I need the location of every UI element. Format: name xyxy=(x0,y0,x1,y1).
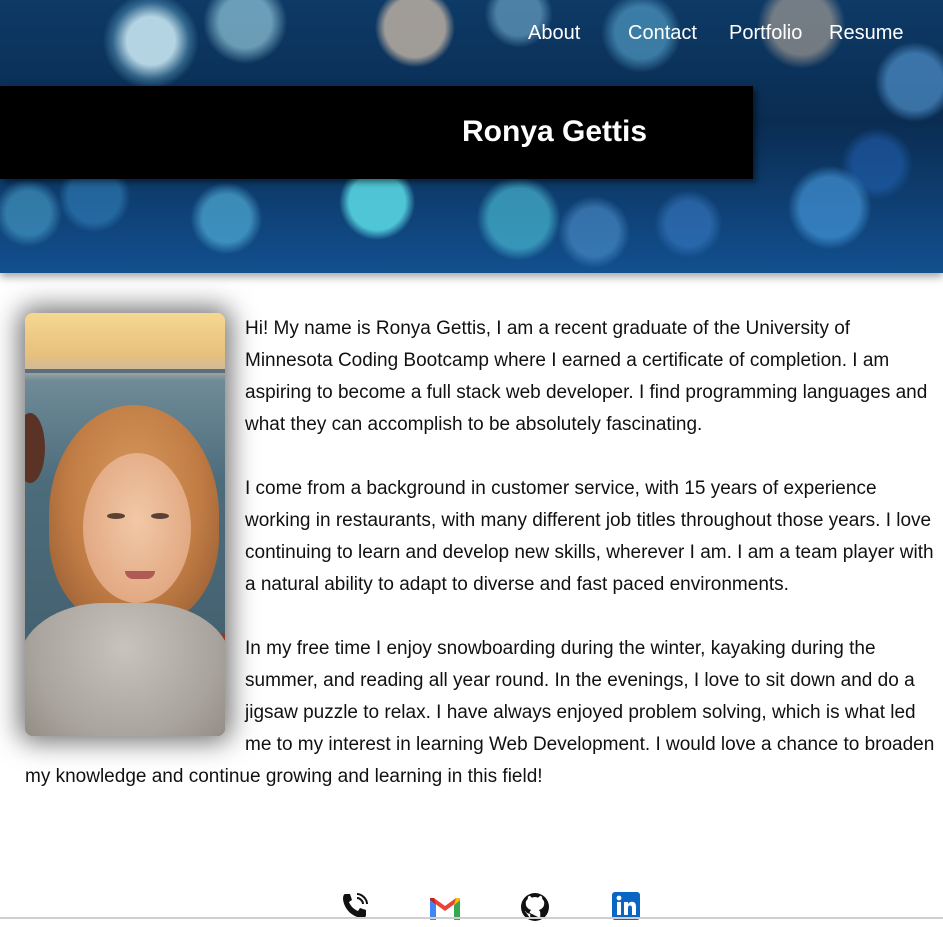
bio-text: Hi! My name is Ronya Gettis, I am a rece… xyxy=(25,313,938,825)
nav-portfolio-link[interactable]: Portfolio xyxy=(729,22,802,44)
nav-about-link[interactable]: About xyxy=(528,22,580,44)
page-title: Ronya Gettis xyxy=(462,115,648,148)
nav-resume-link[interactable]: Resume xyxy=(829,22,903,44)
nav-contact-link[interactable]: Contact xyxy=(628,22,697,44)
name-banner: Ronya Gettis xyxy=(0,86,753,179)
header-banner: About Contact Portfolio Resume Ronya Get… xyxy=(0,0,943,273)
main-nav: About Contact Portfolio Resume xyxy=(0,22,943,46)
